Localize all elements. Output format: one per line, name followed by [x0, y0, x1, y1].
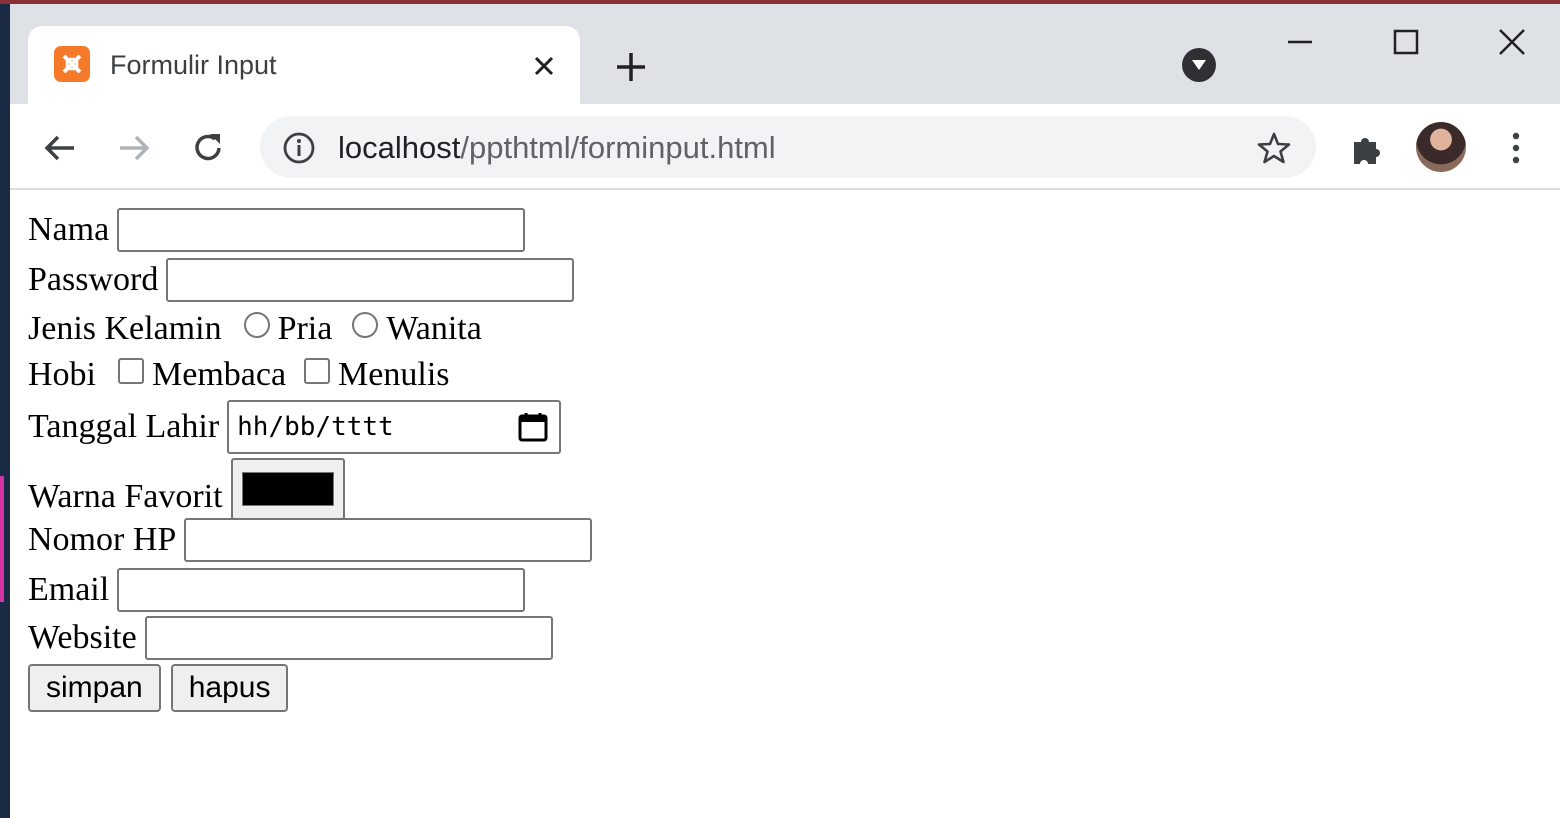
phone-input[interactable] [184, 518, 593, 562]
radio-wanita[interactable] [352, 312, 379, 338]
checkbox-membaca[interactable] [118, 358, 144, 384]
address-bar[interactable]: localhost/ppthtml/forminput.html [260, 116, 1316, 178]
website-label: Website [28, 619, 137, 656]
simpan-button[interactable]: simpan [28, 664, 161, 712]
maximize-icon[interactable] [1386, 24, 1426, 64]
phone-row: Nomor HP [28, 518, 593, 562]
radio-wanita-label: Wanita [386, 310, 482, 347]
info-icon[interactable] [282, 131, 316, 165]
url-text[interactable]: localhost/ppthtml/forminput.html [338, 130, 776, 166]
calendar-icon[interactable] [517, 411, 549, 443]
profile-avatar[interactable] [1416, 122, 1466, 172]
menu-icon[interactable] [1504, 128, 1528, 168]
password-input[interactable] [166, 258, 575, 302]
back-icon[interactable] [40, 128, 80, 168]
close-tab-icon[interactable] [530, 52, 558, 80]
email-input[interactable] [117, 568, 526, 612]
forward-icon[interactable] [114, 128, 154, 168]
password-label: Password [28, 261, 159, 298]
desktop-accent [0, 476, 4, 602]
birthdate-input[interactable]: hh/bb/tttt [227, 400, 562, 454]
minimize-icon[interactable] [1280, 24, 1320, 64]
gender-row: Jenis Kelamin Pria Wanita [28, 310, 482, 348]
nama-row: Nama [28, 208, 526, 252]
checkbox-membaca-label: Membaca [152, 356, 287, 393]
color-label: Warna Favorit [28, 478, 223, 515]
gender-label: Jenis Kelamin [28, 310, 222, 347]
url-host: localhost [338, 130, 461, 165]
birthdate-row: Tanggal Lahir hh/bb/tttt [28, 400, 562, 454]
color-swatch [241, 472, 334, 506]
tab-search-icon[interactable] [1182, 48, 1216, 82]
browser-window: Formulir Input localhost/ppthtml/forminp… [10, 4, 1560, 818]
url-path: /ppthtml/forminput.html [460, 130, 776, 165]
browser-toolbar: localhost/ppthtml/forminput.html [10, 104, 1560, 190]
new-tab-icon[interactable] [612, 48, 650, 86]
page-content: Nama Password Jenis Kelamin Pria Wanita … [10, 190, 1560, 818]
website-input[interactable] [144, 616, 553, 660]
email-label: Email [28, 571, 110, 608]
checkbox-menulis[interactable] [304, 358, 331, 384]
email-row: Email [28, 568, 526, 612]
radio-pria-label: Pria [277, 310, 333, 347]
browser-tab[interactable]: Formulir Input [28, 26, 580, 104]
website-row: Website [28, 616, 553, 660]
birthdate-placeholder: hh/bb/tttt [237, 412, 394, 442]
button-row: simpan hapus [28, 664, 298, 712]
hapus-button[interactable]: hapus [170, 664, 289, 712]
password-row: Password [28, 258, 575, 302]
close-window-icon[interactable] [1492, 24, 1532, 64]
star-icon[interactable] [1256, 130, 1292, 166]
checkbox-menulis-label: Menulis [338, 356, 450, 393]
nama-input[interactable] [117, 208, 526, 252]
hobby-label: Hobi [28, 356, 96, 393]
hobby-row: Hobi Membaca Menulis [28, 356, 450, 394]
tab-title: Formulir Input [110, 50, 277, 80]
radio-pria[interactable] [243, 312, 270, 338]
xampp-icon [54, 46, 90, 82]
tab-strip: Formulir Input [10, 4, 1560, 104]
desktop-left-edge [0, 4, 10, 818]
nama-label: Nama [28, 211, 110, 248]
extensions-icon[interactable] [1348, 130, 1386, 168]
phone-label: Nomor HP [28, 521, 177, 558]
color-row: Warna Favorit [28, 458, 345, 520]
reload-icon[interactable] [188, 128, 228, 168]
color-picker[interactable] [230, 458, 345, 520]
birthdate-label: Tanggal Lahir [28, 408, 220, 445]
